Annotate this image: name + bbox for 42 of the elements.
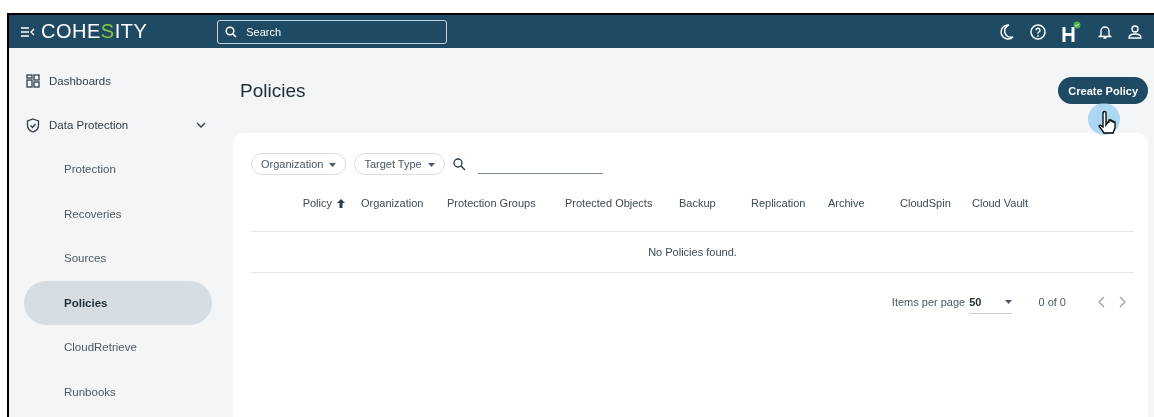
next-page-icon[interactable] [1118, 296, 1126, 308]
bell-icon[interactable] [1098, 23, 1112, 40]
page-size-select[interactable]: 50 [969, 290, 1013, 314]
filter-dropdown[interactable]: Target Type [354, 153, 445, 175]
column-header[interactable]: CloudSpin [900, 197, 951, 209]
user-icon[interactable] [1128, 23, 1142, 40]
empty-message: No Policies found. [251, 232, 1134, 273]
sidebar-item[interactable]: CloudRetrieve [24, 325, 212, 370]
sidebar-item[interactable]: Runbooks [24, 369, 212, 414]
dashboard-icon [26, 74, 40, 88]
sidebar-item[interactable]: Recoveries [24, 191, 212, 236]
items-per-page-label: Items per page [891, 296, 966, 308]
page-range: 0 of 0 [1038, 296, 1066, 308]
column-header[interactable]: Organization [361, 197, 424, 209]
column-header[interactable]: Protected Objects [565, 197, 653, 209]
menu-collapse-icon[interactable] [21, 26, 35, 37]
sidebar-item[interactable]: Data Protection [24, 103, 206, 147]
logo: COHESITY [41, 20, 148, 43]
sidebar-item[interactable]: Sources [24, 236, 212, 281]
sidebar-item[interactable]: Protection [24, 147, 212, 192]
moon-icon[interactable] [1000, 23, 1014, 40]
create-policy-button[interactable]: Create Policy [1058, 77, 1148, 104]
column-header[interactable]: Replication [751, 197, 806, 209]
column-header[interactable]: Protection Groups [447, 197, 536, 209]
caret-icon [1005, 299, 1013, 304]
column-header[interactable]: Cloud Vault [972, 197, 1029, 209]
column-header[interactable]: Backup [679, 197, 716, 209]
help-icon[interactable] [1030, 23, 1046, 40]
shield-icon [26, 117, 40, 133]
filter-dropdown[interactable]: Organization [251, 153, 347, 175]
search-icon [225, 25, 238, 38]
column-header[interactable]: Policy [302, 197, 332, 209]
caret-icon [427, 163, 435, 168]
search-icon [452, 157, 466, 171]
sidebar-item[interactable]: Dashboards [24, 59, 206, 103]
health-status-icon[interactable] [1062, 20, 1082, 43]
page-title: Policies [240, 79, 306, 102]
sidebar-item[interactable]: Policies [24, 280, 212, 325]
search-field[interactable]: Search [217, 19, 448, 44]
previous-page-icon[interactable] [1098, 296, 1106, 308]
caret-icon [329, 163, 337, 168]
column-header[interactable]: Archive [828, 197, 865, 209]
